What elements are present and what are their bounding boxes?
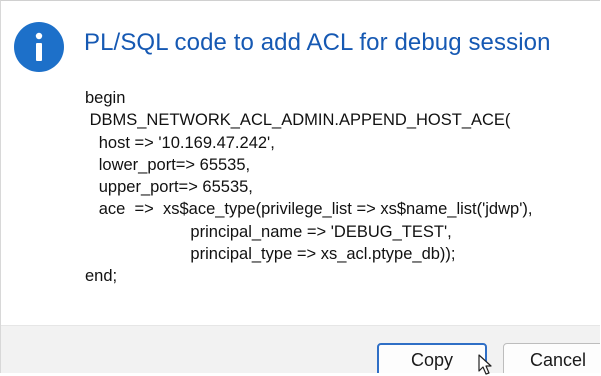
code-line: host => '10.169.47.242', [85, 133, 275, 152]
dialog-title: PL/SQL code to add ACL for debug session [84, 29, 551, 56]
code-line: principal_type => xs_acl.ptype_db)); [85, 245, 456, 264]
code-line: DBMS_NETWORK_ACL_ADMIN.APPEND_HOST_ACE( [85, 111, 511, 130]
code-line: lower_port=> 65535, [85, 155, 251, 174]
mouse-pointer-icon [478, 354, 492, 375]
code-block: begin DBMS_NETWORK_ACL_ADMIN.APPEND_HOST… [85, 87, 532, 288]
code-line: upper_port=> 65535, [85, 178, 253, 197]
dialog-footer: Copy Cancel [1, 325, 600, 373]
code-line: ace => xs$ace_type(privilege_list => xs$… [85, 200, 533, 219]
code-line: begin [85, 89, 126, 107]
code-line: end; [85, 267, 118, 286]
copy-button[interactable]: Copy [377, 343, 487, 373]
acl-code-dialog: PL/SQL code to add ACL for debug session… [0, 0, 600, 373]
cancel-button[interactable]: Cancel [503, 343, 600, 373]
code-line: principal_name => 'DEBUG_TEST', [85, 222, 452, 241]
info-icon [14, 22, 64, 72]
